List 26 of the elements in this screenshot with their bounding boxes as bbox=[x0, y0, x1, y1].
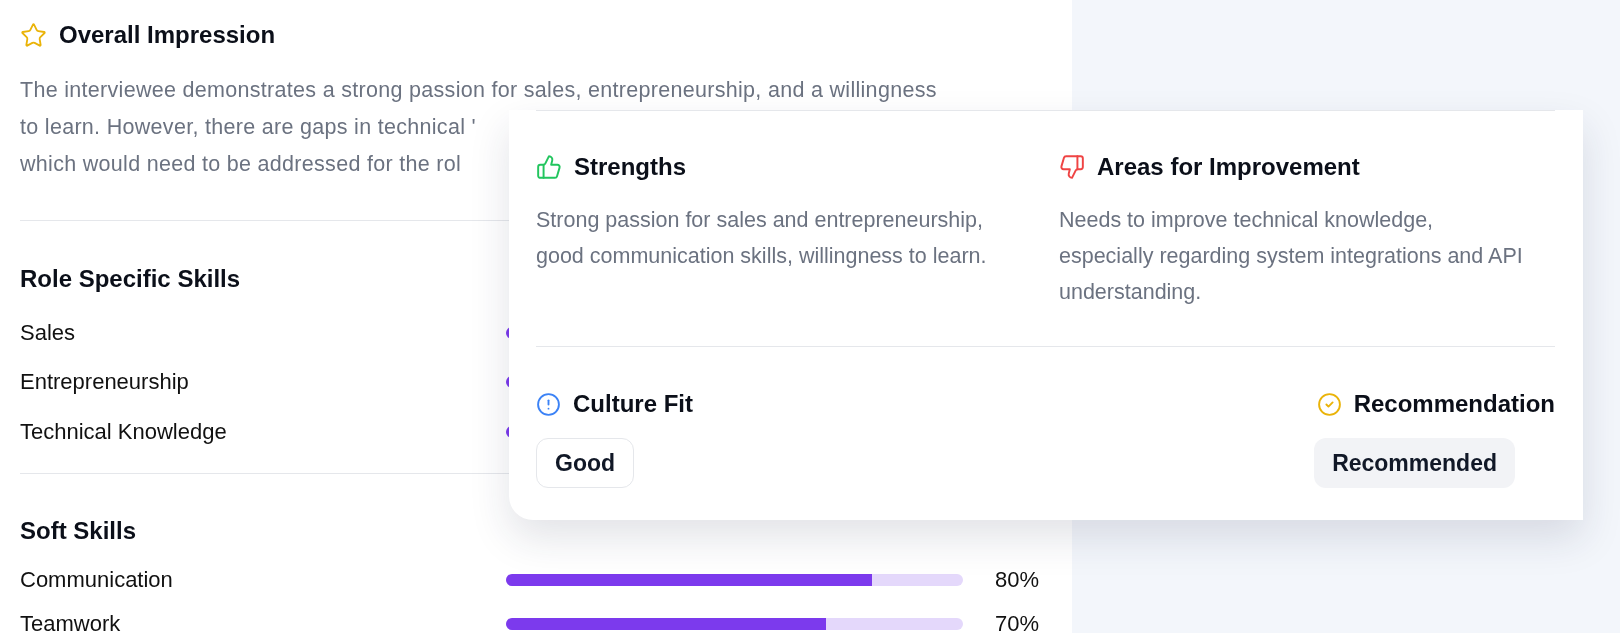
thumbs-down-icon bbox=[1059, 154, 1085, 180]
section-title: Soft Skills bbox=[20, 516, 137, 545]
section-title: Culture Fit bbox=[573, 390, 693, 418]
section-title: Areas for Improvement bbox=[1097, 153, 1360, 181]
skill-label: Sales bbox=[20, 319, 77, 346]
feedback-text: Strong passion for sales and entrepreneurship, good communication skills, willingness to learn. bbox=[536, 207, 988, 270]
skill-label: Entrepreneurship bbox=[20, 369, 190, 396]
culture-fit-badge: Good bbox=[536, 438, 635, 488]
section-title: Overall Impression bbox=[59, 21, 276, 49]
feedback-text: Needs to improve technical knowledge, especially regarding system integrations and API understanding. bbox=[1059, 207, 1524, 306]
recommendation-badge: Recommended bbox=[1314, 438, 1515, 488]
skill-label: Teamwork bbox=[20, 610, 122, 633]
section-title: Recommendation bbox=[1353, 390, 1555, 418]
percent-label: 80% bbox=[995, 566, 1040, 593]
star-icon bbox=[20, 21, 47, 49]
section-title: Role Specific Skills bbox=[20, 265, 241, 293]
summary-text: to learn. However, there are gaps in technical ' bbox=[20, 114, 476, 141]
skill-label: Communication bbox=[20, 566, 174, 593]
thumbs-up-icon bbox=[536, 154, 562, 180]
percent-label: 70% bbox=[995, 610, 1040, 633]
summary-text: which would need to be addressed for the rol bbox=[20, 151, 462, 178]
check-circle-icon bbox=[1316, 391, 1342, 417]
info-icon bbox=[536, 391, 561, 417]
summary-text: The interviewee demonstrates a strong passion for sales, entrepreneurship, and a willingness bbox=[20, 77, 937, 104]
section-title: Strengths bbox=[574, 153, 686, 181]
skill-label: Technical Knowledge bbox=[20, 418, 228, 445]
